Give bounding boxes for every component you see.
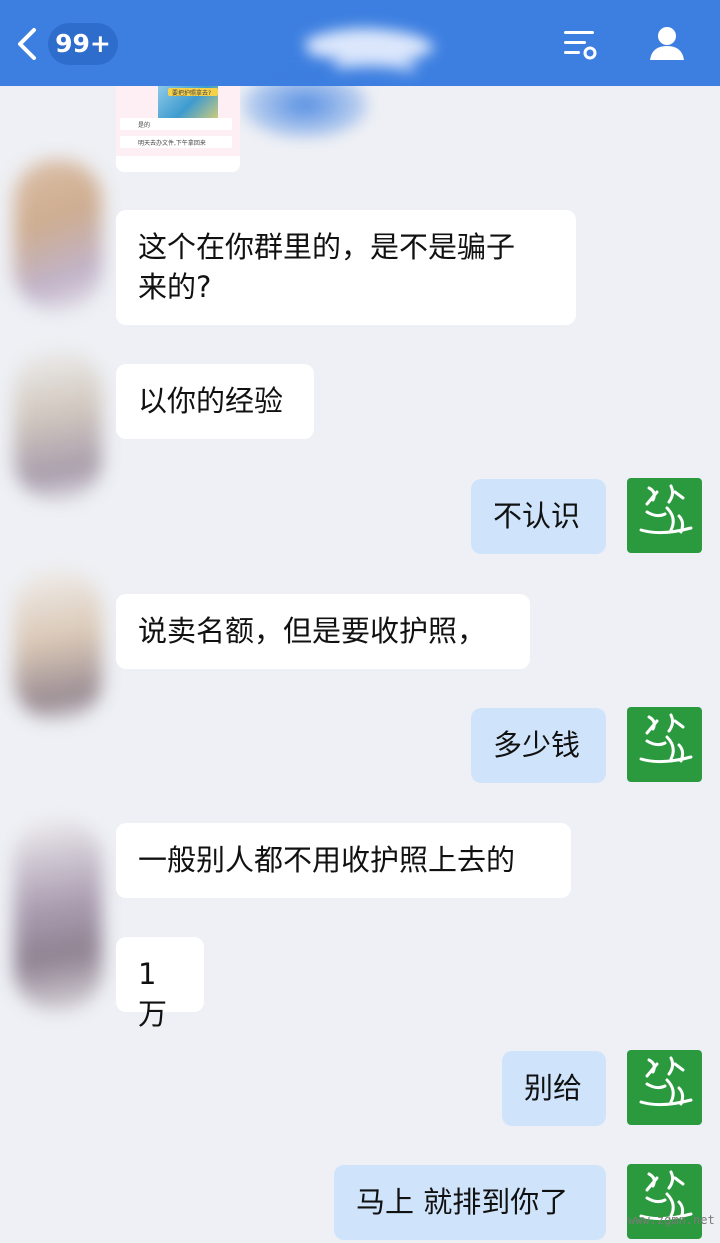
- my-avatar[interactable]: [627, 707, 702, 782]
- shared-image-message[interactable]: 要把护照拿去? 是的 明天去办文件,下午拿回来: [116, 86, 240, 172]
- message-text: 说卖名额，但是要收护照，: [138, 614, 487, 648]
- image-row: [120, 118, 232, 130]
- contact-avatar[interactable]: [14, 820, 102, 1010]
- message-incoming[interactable]: 1万: [116, 937, 204, 1031]
- my-avatar[interactable]: [627, 1050, 702, 1125]
- image-input-bar: [116, 156, 240, 172]
- message-text: 以你的经验: [138, 384, 284, 418]
- message-text: 来的?: [138, 270, 212, 304]
- image-text-1: 是的: [138, 122, 151, 129]
- contact-avatar[interactable]: [14, 570, 102, 720]
- calligraphy-logo-icon: [639, 484, 693, 535]
- message-incoming[interactable]: 一般别人都不用收护照上去的: [116, 823, 571, 898]
- message-outgoing[interactable]: 不认识: [471, 479, 606, 554]
- message-text: 多少钱: [493, 728, 581, 762]
- message-text: 这个在你群里的，是不是骗子: [138, 230, 516, 264]
- my-avatar[interactable]: [627, 478, 702, 553]
- message-incoming[interactable]: 这个在你群里的，是不是骗子 来的?: [116, 210, 576, 325]
- message-text: 1万: [138, 957, 168, 1031]
- message-text: 别给: [524, 1071, 583, 1105]
- blur-smudge: [240, 70, 370, 140]
- my-avatar[interactable]: [627, 1164, 702, 1239]
- unread-badge[interactable]: 99+: [48, 23, 118, 65]
- message-outgoing[interactable]: 别给: [502, 1051, 606, 1126]
- person-icon: [650, 27, 684, 60]
- calligraphy-logo-icon: [639, 1056, 693, 1107]
- back-button[interactable]: [12, 24, 42, 64]
- calligraphy-logo-icon: [639, 1170, 693, 1221]
- message-outgoing[interactable]: 马上 就排到你了: [334, 1165, 606, 1240]
- list-settings-icon: [564, 31, 597, 60]
- image-caption: 要把护照拿去?: [172, 90, 212, 97]
- contact-avatar[interactable]: [14, 350, 102, 500]
- message-text: 不认识: [493, 499, 581, 533]
- chevron-left-icon: [18, 28, 36, 60]
- contact-avatar[interactable]: [14, 160, 102, 310]
- message-text: 马上 就排到你了: [356, 1185, 569, 1219]
- chat-settings-button[interactable]: [560, 26, 600, 62]
- profile-button[interactable]: [646, 22, 688, 64]
- watermark-text: www.zgmn.net: [628, 1213, 715, 1227]
- message-incoming[interactable]: 说卖名额，但是要收护照，: [116, 594, 530, 669]
- message-incoming[interactable]: 以你的经验: [116, 364, 314, 439]
- message-outgoing[interactable]: 多少钱: [471, 708, 606, 783]
- message-text: 一般别人都不用收护照上去的: [138, 843, 516, 877]
- image-text-2: 明天去办文件,下午拿回来: [138, 140, 206, 147]
- calligraphy-logo-icon: [639, 713, 693, 764]
